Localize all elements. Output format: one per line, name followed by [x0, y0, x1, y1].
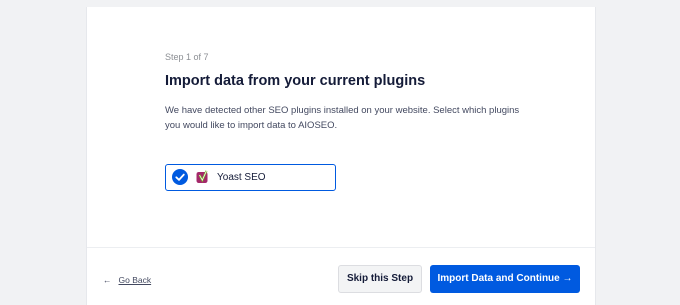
arrow-left-icon: ← — [103, 275, 112, 285]
skip-step-button[interactable]: Skip this Step — [338, 265, 422, 293]
plugin-option-yoast[interactable]: Yoast SEO — [165, 164, 336, 191]
go-back-link[interactable]: ← Go Back — [103, 275, 151, 285]
import-continue-button[interactable]: Import Data and Continue → — [430, 265, 580, 293]
page-title: Import data from your current plugins — [165, 73, 426, 89]
checkmark-icon — [172, 169, 188, 185]
go-back-label: Go Back — [118, 275, 152, 285]
wizard-card: Step 1 of 7 Import data from your curren… — [86, 7, 596, 305]
page-description: We have detected other SEO plugins insta… — [165, 105, 520, 131]
yoast-logo-icon — [196, 170, 210, 185]
step-indicator: Step 1 of 7 — [165, 52, 209, 62]
plugin-label: Yoast SEO — [217, 172, 266, 183]
footer-divider — [87, 247, 595, 248]
